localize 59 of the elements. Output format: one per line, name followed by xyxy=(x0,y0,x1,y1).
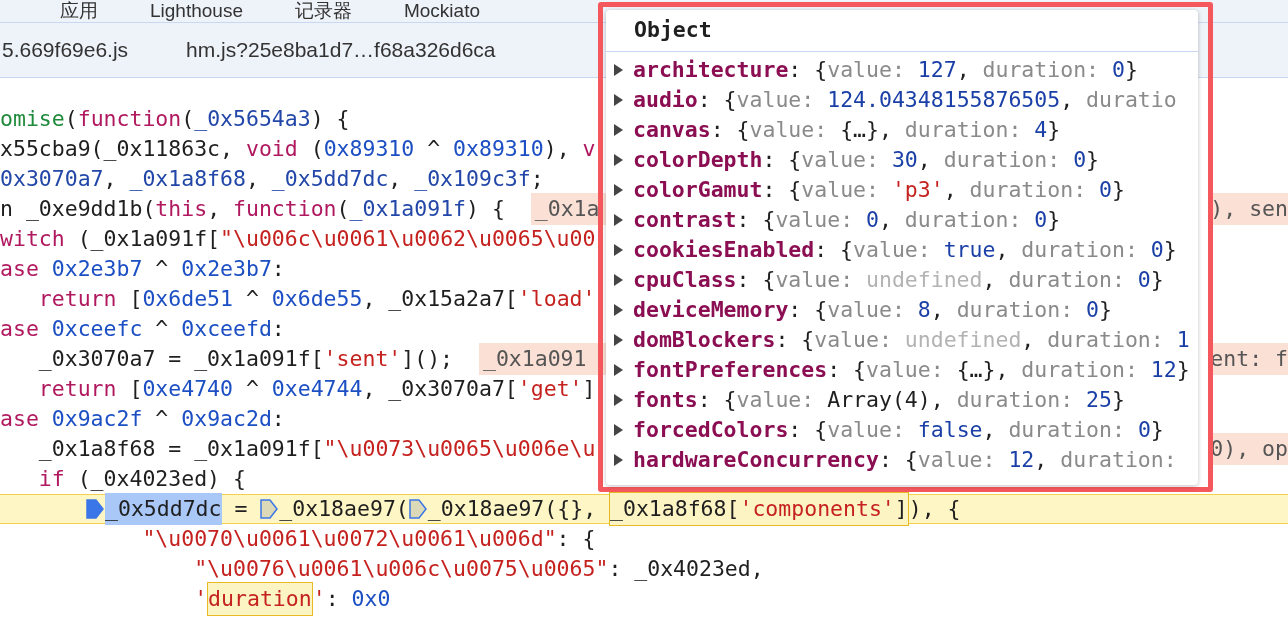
expand-triangle-icon[interactable] xyxy=(614,304,623,316)
code-text: = xyxy=(233,494,249,523)
code-text: _0x18ae97( xyxy=(279,494,409,523)
property-text: fontPreferences: {value: {…}, duration: 12} xyxy=(633,355,1190,384)
property-text: cpuClass: {value: undefined, duration: 0} xyxy=(633,265,1164,294)
code-text: _0x1a8f68 = _0x1a091f["\u0073\u0065\u006e\u xyxy=(37,434,596,463)
code-text: return [0xe4740 ^ 0xe4744, _0x3070a7['get'] xyxy=(37,374,596,403)
expand-triangle-icon[interactable] xyxy=(614,454,623,466)
panel-tab[interactable]: Mockiato xyxy=(403,0,480,22)
property-text: deviceMemory: {value: 8, duration: 0} xyxy=(633,295,1112,324)
property-text: fonts: {value: Array(4), duration: 25} xyxy=(633,385,1125,414)
code-text: ), { xyxy=(908,494,961,523)
code-text: "\u0070\u0061\u0072\u0061\u006d": { xyxy=(141,524,596,553)
breakpoint-marker-icon[interactable] xyxy=(260,499,279,519)
code-text: witch (_0x1a091f["\u006c\u0061\u0062\u0065\u00 xyxy=(0,224,596,253)
expand-triangle-icon[interactable] xyxy=(614,94,623,106)
panel-tab[interactable]: 应用 xyxy=(60,0,98,22)
expand-triangle-icon[interactable] xyxy=(614,334,623,346)
property-text: domBlockers: {value: undefined, duration: 1 xyxy=(633,325,1190,354)
property-text: audio: {value: 124.04348155876505, duratio xyxy=(633,85,1177,114)
expand-triangle-icon[interactable] xyxy=(614,214,623,226)
property-text: cookiesEnabled: {value: true, duration: 0} xyxy=(633,235,1177,264)
code-text: ': 0x0 xyxy=(312,584,391,613)
code-text: 0x3070a7, _0x1a8f68, _0x5dd7dc, _0x109c3f; xyxy=(0,164,544,193)
code-text: ase 0xceefc ^ 0xceefd: xyxy=(0,314,285,343)
highlighted-token: _0x1a8f68['components'] xyxy=(609,491,909,527)
property-text: colorDepth: {value: 30, duration: 0} xyxy=(633,145,1100,174)
expand-triangle-icon[interactable] xyxy=(614,364,623,376)
breakpoint-marker-icon[interactable] xyxy=(408,499,427,519)
code-text: x55cba9(_0x11863c, void (0x89310 ^ 0x89310), v xyxy=(0,134,596,163)
property-text: architecture: {value: 127, duration: 0} xyxy=(633,55,1138,84)
panel-tab[interactable]: Lighthouse xyxy=(150,0,243,22)
code-text: ase 0x9ac2f ^ 0x9ac2d: xyxy=(0,404,285,433)
code-text: ' xyxy=(193,584,208,613)
expand-triangle-icon[interactable] xyxy=(614,124,623,136)
code-text: _0x3070a7 = _0x1a091f['sent'](); xyxy=(37,344,455,373)
expand-triangle-icon[interactable] xyxy=(614,394,623,406)
property-text: canvas: {value: {…}, duration: 4} xyxy=(633,115,1061,144)
expand-triangle-icon[interactable] xyxy=(614,244,623,256)
panel-tab[interactable]: 记录器 xyxy=(294,0,352,22)
property-text: hardwareConcurrency: {value: 12, duration: xyxy=(633,445,1177,474)
code-text: _0x18ae97({}, xyxy=(427,494,598,523)
selected-text: _0x5dd7dc xyxy=(105,492,222,526)
expand-triangle-icon[interactable] xyxy=(614,154,623,166)
highlighted-token: duration xyxy=(207,581,313,617)
popover-title: Object xyxy=(634,16,712,45)
expand-triangle-icon[interactable] xyxy=(614,274,623,286)
code-text: n _0xe9dd1b(this, function(_0x1a091f) { xyxy=(0,194,506,223)
code-text: if (_0x4023ed) { xyxy=(37,464,246,493)
code-text: return [0x6de51 ^ 0x6de55, _0x15a2a7['load' xyxy=(37,284,596,313)
expand-triangle-icon[interactable] xyxy=(614,184,623,196)
expand-triangle-icon[interactable] xyxy=(614,64,623,76)
property-text: forcedColors: {value: false, duration: 0} xyxy=(633,415,1164,444)
file-tab[interactable]: hm.js?25e8ba1d7…f68a326d6ca xyxy=(186,34,496,66)
code-text: omise(function(_0x5654a3) { xyxy=(0,104,350,133)
code-text: ase 0x2e3b7 ^ 0x2e3b7: xyxy=(0,254,285,283)
file-tab[interactable]: 5.669f69e6.js xyxy=(2,34,129,66)
code-text: "\u0076\u0061\u006c\u0075\u0065": _0x4023ed, xyxy=(193,554,764,583)
expand-triangle-icon[interactable] xyxy=(614,424,623,436)
